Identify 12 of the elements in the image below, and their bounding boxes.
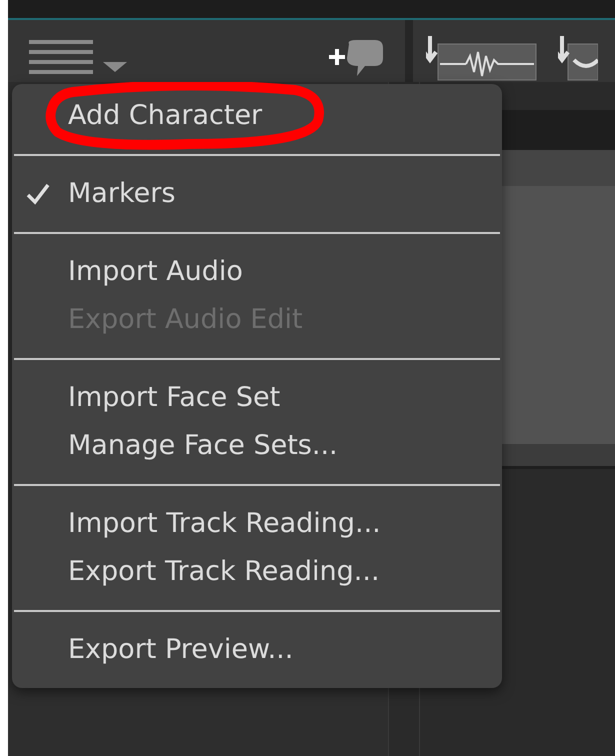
import-mouth-icon[interactable] xyxy=(558,36,598,82)
menu-item[interactable]: Import Audio xyxy=(12,248,502,296)
menu-item[interactable]: Export Preview... xyxy=(12,626,502,674)
menu-item[interactable]: Export Track Reading... xyxy=(12,548,502,596)
menu-icon[interactable] xyxy=(29,40,129,74)
menu-item[interactable]: Manage Face Sets... xyxy=(12,422,502,470)
menu-item[interactable]: Import Face Set xyxy=(12,374,502,422)
import-waveform-icon[interactable] xyxy=(426,36,538,82)
menu-item[interactable]: Import Track Reading... xyxy=(12,500,502,548)
menu-item[interactable]: Add Character xyxy=(12,92,502,140)
checkmark-icon xyxy=(26,183,50,205)
menu-item[interactable]: Markers xyxy=(12,170,502,218)
